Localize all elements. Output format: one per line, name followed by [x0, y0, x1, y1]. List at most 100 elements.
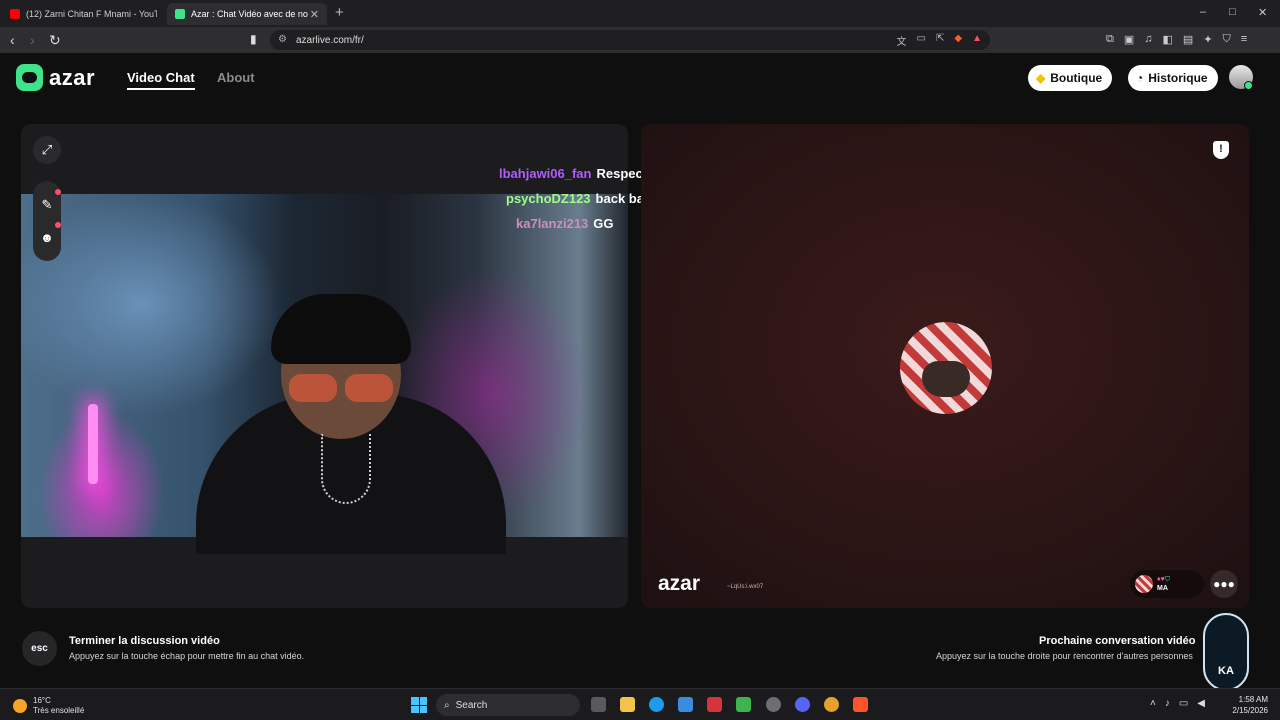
cast-icon[interactable]: ▭	[917, 33, 926, 48]
windows-start-icon[interactable]	[411, 697, 427, 713]
historique-button[interactable]: ◔ Historique	[1128, 65, 1218, 91]
end-chat-title: Terminer la discussion vidéo	[69, 635, 220, 647]
search-label: Search	[455, 699, 488, 711]
expand-button[interactable]: ⤢	[33, 136, 61, 164]
azar-logo[interactable]: azar	[16, 64, 95, 91]
music-icon[interactable]: ♫	[1144, 33, 1152, 46]
temperature: 16°C	[33, 696, 51, 705]
chat-username: ka7lanzi213	[516, 216, 589, 231]
chevron-up-icon[interactable]: ˄	[1150, 698, 1156, 709]
notification-dot	[55, 222, 61, 228]
minimize-button[interactable]: –	[1200, 6, 1206, 18]
nav-video-chat[interactable]: Video Chat	[127, 70, 195, 90]
system-clock[interactable]: 1:58 AM 2/15/2026	[1228, 694, 1268, 716]
close-window-button[interactable]: ✕	[1258, 6, 1267, 19]
leo-icon[interactable]: ✦	[1203, 33, 1212, 46]
task-view-icon[interactable]	[591, 697, 606, 712]
settings-icon[interactable]	[766, 697, 781, 712]
store-icon[interactable]	[678, 697, 693, 712]
azar-favicon-icon	[175, 9, 185, 19]
network-icon[interactable]: ▭	[1179, 698, 1188, 709]
notification-dot	[55, 189, 61, 195]
country-code: MA	[1157, 585, 1168, 592]
reload-icon[interactable]: ↻	[49, 32, 61, 49]
maximize-button[interactable]: □	[1229, 6, 1236, 18]
app-icon[interactable]	[707, 697, 722, 712]
share-icon[interactable]: ⇱	[936, 33, 944, 48]
new-tab-button[interactable]: +	[335, 4, 344, 21]
next-chat-title: Prochaine conversation vidéo	[1039, 635, 1196, 647]
logo-text: azar	[49, 64, 96, 90]
chat-button[interactable]: ●●●	[1210, 570, 1238, 598]
system-tray: ˄ ♪ ▭ ◀	[1150, 698, 1205, 709]
chain-necklace	[321, 434, 371, 504]
chat-bubble-icon: ●●●	[1213, 577, 1235, 591]
play-icon[interactable]	[736, 697, 751, 712]
wallet-icon[interactable]: ▤	[1183, 33, 1193, 46]
channel-overlay-logo: KA	[1203, 613, 1249, 691]
next-chat-hint: Appuyez sur la touche droite pour rencon…	[936, 651, 1193, 661]
weather-text: 16°C Très ensoleillé	[33, 696, 84, 716]
browser-toolbar: ‹ › ↻ ▮ ⚙ azarlive.com/fr/ 文 ▭ ⇱ ◆ ▲ ⧉ ▣…	[0, 27, 1280, 53]
tab-youtube[interactable]: (12) Zarni Chitan F Mnami - YouTube	[2, 3, 165, 25]
microphone-icon[interactable]: ♪	[1165, 698, 1170, 709]
nav-about[interactable]: About	[217, 70, 255, 85]
youtube-favicon-icon	[10, 9, 20, 19]
extensions-icon[interactable]: ⧉	[1106, 33, 1114, 46]
menu-icon[interactable]: ≡	[1241, 33, 1247, 46]
sun-icon	[13, 699, 27, 713]
sidebar-icon[interactable]: ◧	[1163, 33, 1173, 46]
chrome-icon[interactable]	[824, 697, 839, 712]
brave-rewards-icon[interactable]: ▲	[972, 33, 982, 48]
forward-icon[interactable]: ›	[30, 32, 35, 48]
partner-badges: ♦♥⛉ MA	[1157, 575, 1170, 593]
tab-azar[interactable]: Azar : Chat Vidéo avec de no ✕	[167, 3, 327, 25]
self-camera-feed	[21, 194, 628, 554]
date: 2/15/2026	[1232, 706, 1268, 715]
partner-video-panel: ! azar ~LqUs:i.wx07 ♦♥⛉ MA ●●●	[641, 124, 1249, 608]
esc-key-button[interactable]: esc	[22, 631, 57, 666]
discord-icon[interactable]	[795, 697, 810, 712]
edge-icon[interactable]	[649, 697, 664, 712]
vpn-icon[interactable]: ⛉	[1223, 33, 1231, 46]
online-status-icon	[1244, 81, 1253, 90]
report-icon[interactable]: !	[1213, 141, 1229, 159]
volume-icon[interactable]: ◀	[1197, 698, 1205, 709]
neon-light	[88, 404, 98, 484]
boutique-button[interactable]: ◆ Boutique	[1028, 65, 1113, 91]
extension-icons: ⧉ ▣ ♫ ◧ ▤ ✦ ⛉ ≡	[1106, 33, 1247, 46]
brave-shield-icon[interactable]: ◆	[954, 33, 962, 48]
gem-badge-icon: ♦♥⛉	[1157, 576, 1170, 583]
azar-logo-icon	[16, 64, 43, 91]
tab-title: Azar : Chat Vidéo avec de no	[191, 9, 308, 19]
diamond-icon: ◆	[1036, 71, 1046, 85]
chat-username: psychoDZ123	[506, 191, 591, 206]
expand-icon: ⤢	[41, 142, 53, 157]
partner-info[interactable]: ♦♥⛉ MA	[1130, 570, 1204, 598]
close-tab-icon[interactable]: ✕	[310, 8, 319, 21]
historique-label: Historique	[1148, 71, 1208, 85]
screenshot-icon[interactable]: ▣	[1124, 33, 1134, 46]
time: 1:58 AM	[1238, 695, 1268, 704]
partner-face	[922, 361, 970, 397]
tab-title: (12) Zarni Chitan F Mnami - YouTube	[26, 9, 157, 19]
translate-icon[interactable]: 文	[897, 33, 907, 48]
streamer-hair	[271, 294, 411, 364]
address-bar[interactable]: ⚙ azarlive.com/fr/ 文 ▭ ⇱ ◆ ▲	[270, 30, 990, 50]
back-icon[interactable]: ‹	[10, 32, 15, 48]
site-settings-icon[interactable]: ⚙	[278, 34, 287, 45]
azar-page: azar Video Chat About ◆ Boutique ◔ Histo…	[0, 53, 1280, 691]
magic-wand-icon: ✎	[41, 197, 53, 212]
sunglasses	[289, 374, 393, 404]
chat-message: ka7lanzi213 GG	[516, 216, 614, 231]
weather-condition: Très ensoleillé	[33, 706, 85, 715]
magic-wand-button[interactable]: ✎	[33, 191, 61, 219]
watermark-id: ~LqUs:i.wx07	[727, 584, 764, 590]
bookmark-icon[interactable]: ▮	[250, 32, 257, 46]
chat-message: psychoDZ123 back back	[506, 191, 658, 206]
taskbar-search[interactable]: ⌕ Search	[436, 694, 580, 716]
file-explorer-icon[interactable]	[620, 697, 635, 712]
partner-mini-avatar	[1135, 575, 1153, 593]
weather-widget[interactable]: 16°C Très ensoleillé	[13, 696, 84, 716]
brave-icon[interactable]	[853, 697, 868, 712]
